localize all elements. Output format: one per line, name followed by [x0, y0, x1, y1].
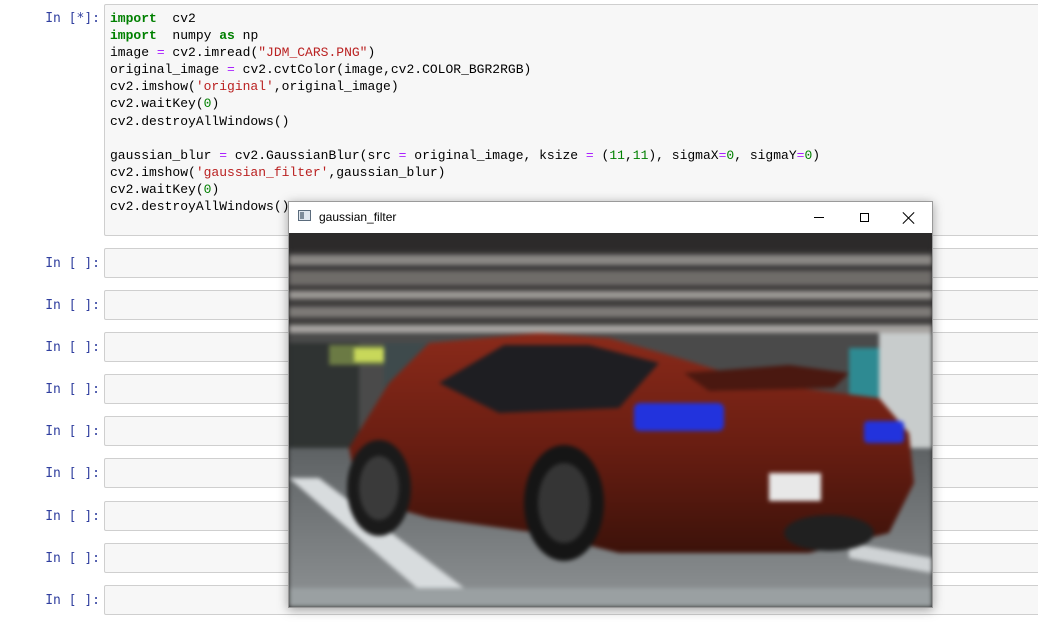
code-line: cv2.waitKey(0): [110, 181, 820, 198]
code-token: "JDM_CARS.PNG": [258, 45, 368, 61]
cell-prompt: In [ ]:: [45, 382, 100, 397]
cell-prompt: In [ ]:: [45, 256, 100, 271]
code-line: cv2.imshow('original',original_image): [110, 78, 820, 95]
code-token: image: [110, 45, 157, 61]
code-line: original_image = cv2.cvtColor(image,cv2.…: [110, 61, 820, 78]
code-token: (: [593, 147, 610, 163]
code-token: =: [585, 147, 594, 163]
maximize-button[interactable]: [841, 202, 887, 233]
code-line: cv2.destroyAllWindows(): [110, 113, 820, 130]
close-icon: [903, 212, 915, 224]
code-token: original_image: [110, 62, 228, 78]
code-token: cv2.cvtColor(image,cv2.COLOR_BGR2RGB): [234, 62, 532, 78]
code-token: cv2.GaussianBlur(src: [227, 147, 399, 163]
cell-prompt: In [ ]:: [45, 298, 100, 313]
code-token: gaussian_blur: [110, 147, 220, 163]
code-token: original_image, ksize: [406, 147, 586, 163]
cell-prompt: In [ ]:: [45, 424, 100, 439]
code-line: gaussian_blur = cv2.GaussianBlur(src = o…: [110, 147, 820, 164]
code-line: cv2.waitKey(0): [110, 95, 820, 112]
code-token: =: [156, 45, 165, 61]
code-token: cv2.imread(: [164, 45, 259, 61]
code-token: ,gaussian_blur): [328, 164, 446, 180]
cell-prompt: In [ ]:: [45, 466, 100, 481]
cell-prompt: In [*]:: [45, 11, 100, 26]
code-token: cv2.imshow(: [110, 79, 196, 95]
code-token: cv2.destroyAllWindows(): [110, 198, 290, 214]
code-token: ), sigmaX: [648, 147, 719, 163]
opencv-window-icon: [298, 210, 311, 221]
blurred-car-image: [289, 233, 932, 607]
minimize-button[interactable]: [796, 202, 842, 233]
opencv-window[interactable]: gaussian_filter: [288, 201, 933, 608]
code-token: =: [227, 62, 235, 78]
code-line: image = cv2.imread("JDM_CARS.PNG"): [110, 44, 820, 61]
code-token: ): [211, 181, 220, 197]
code-token: 'original': [195, 79, 274, 95]
code-token: cv2.imshow(: [110, 164, 196, 180]
code-token: ): [211, 96, 220, 112]
code-line: cv2.imshow('gaussian_filter',gaussian_bl…: [110, 164, 820, 181]
cell-prompt: In [ ]:: [45, 593, 100, 608]
code-token: 11: [609, 147, 625, 163]
window-title: gaussian_filter: [319, 210, 397, 224]
code-line: import cv2: [110, 10, 820, 27]
code-token: 11: [632, 147, 649, 163]
code-token: 'gaussian_filter': [195, 164, 329, 180]
code-token: import: [110, 11, 157, 26]
code-token: cv2.waitKey(: [110, 181, 204, 197]
code-token: as: [219, 28, 235, 44]
minimize-icon: [814, 217, 824, 218]
cell-prompt: In [ ]:: [45, 551, 100, 566]
code-token: numpy: [156, 28, 220, 44]
code-token: np: [234, 28, 259, 44]
code-token: cv2.waitKey(: [110, 96, 204, 112]
code-line: import numpy as np: [110, 27, 820, 44]
code-token: ): [812, 147, 821, 163]
maximize-icon: [859, 213, 869, 222]
code-token: =: [219, 147, 228, 163]
code-editor[interactable]: import cv2 import numpy as np image = cv2.…: [110, 10, 820, 215]
cell-prompt: In [ ]:: [45, 509, 100, 524]
window-titlebar[interactable]: gaussian_filter: [289, 202, 932, 233]
code-token: import: [110, 28, 157, 44]
code-token: , sigmaY: [734, 147, 797, 163]
code-token: ,: [624, 147, 633, 163]
code-token: cv2.destroyAllWindows(): [110, 113, 290, 129]
code-token: cv2: [156, 11, 196, 26]
close-button[interactable]: [886, 202, 932, 233]
code-token: ,original_image): [273, 79, 399, 95]
cell-prompt: In [ ]:: [45, 340, 100, 355]
code-token: ): [367, 45, 376, 61]
